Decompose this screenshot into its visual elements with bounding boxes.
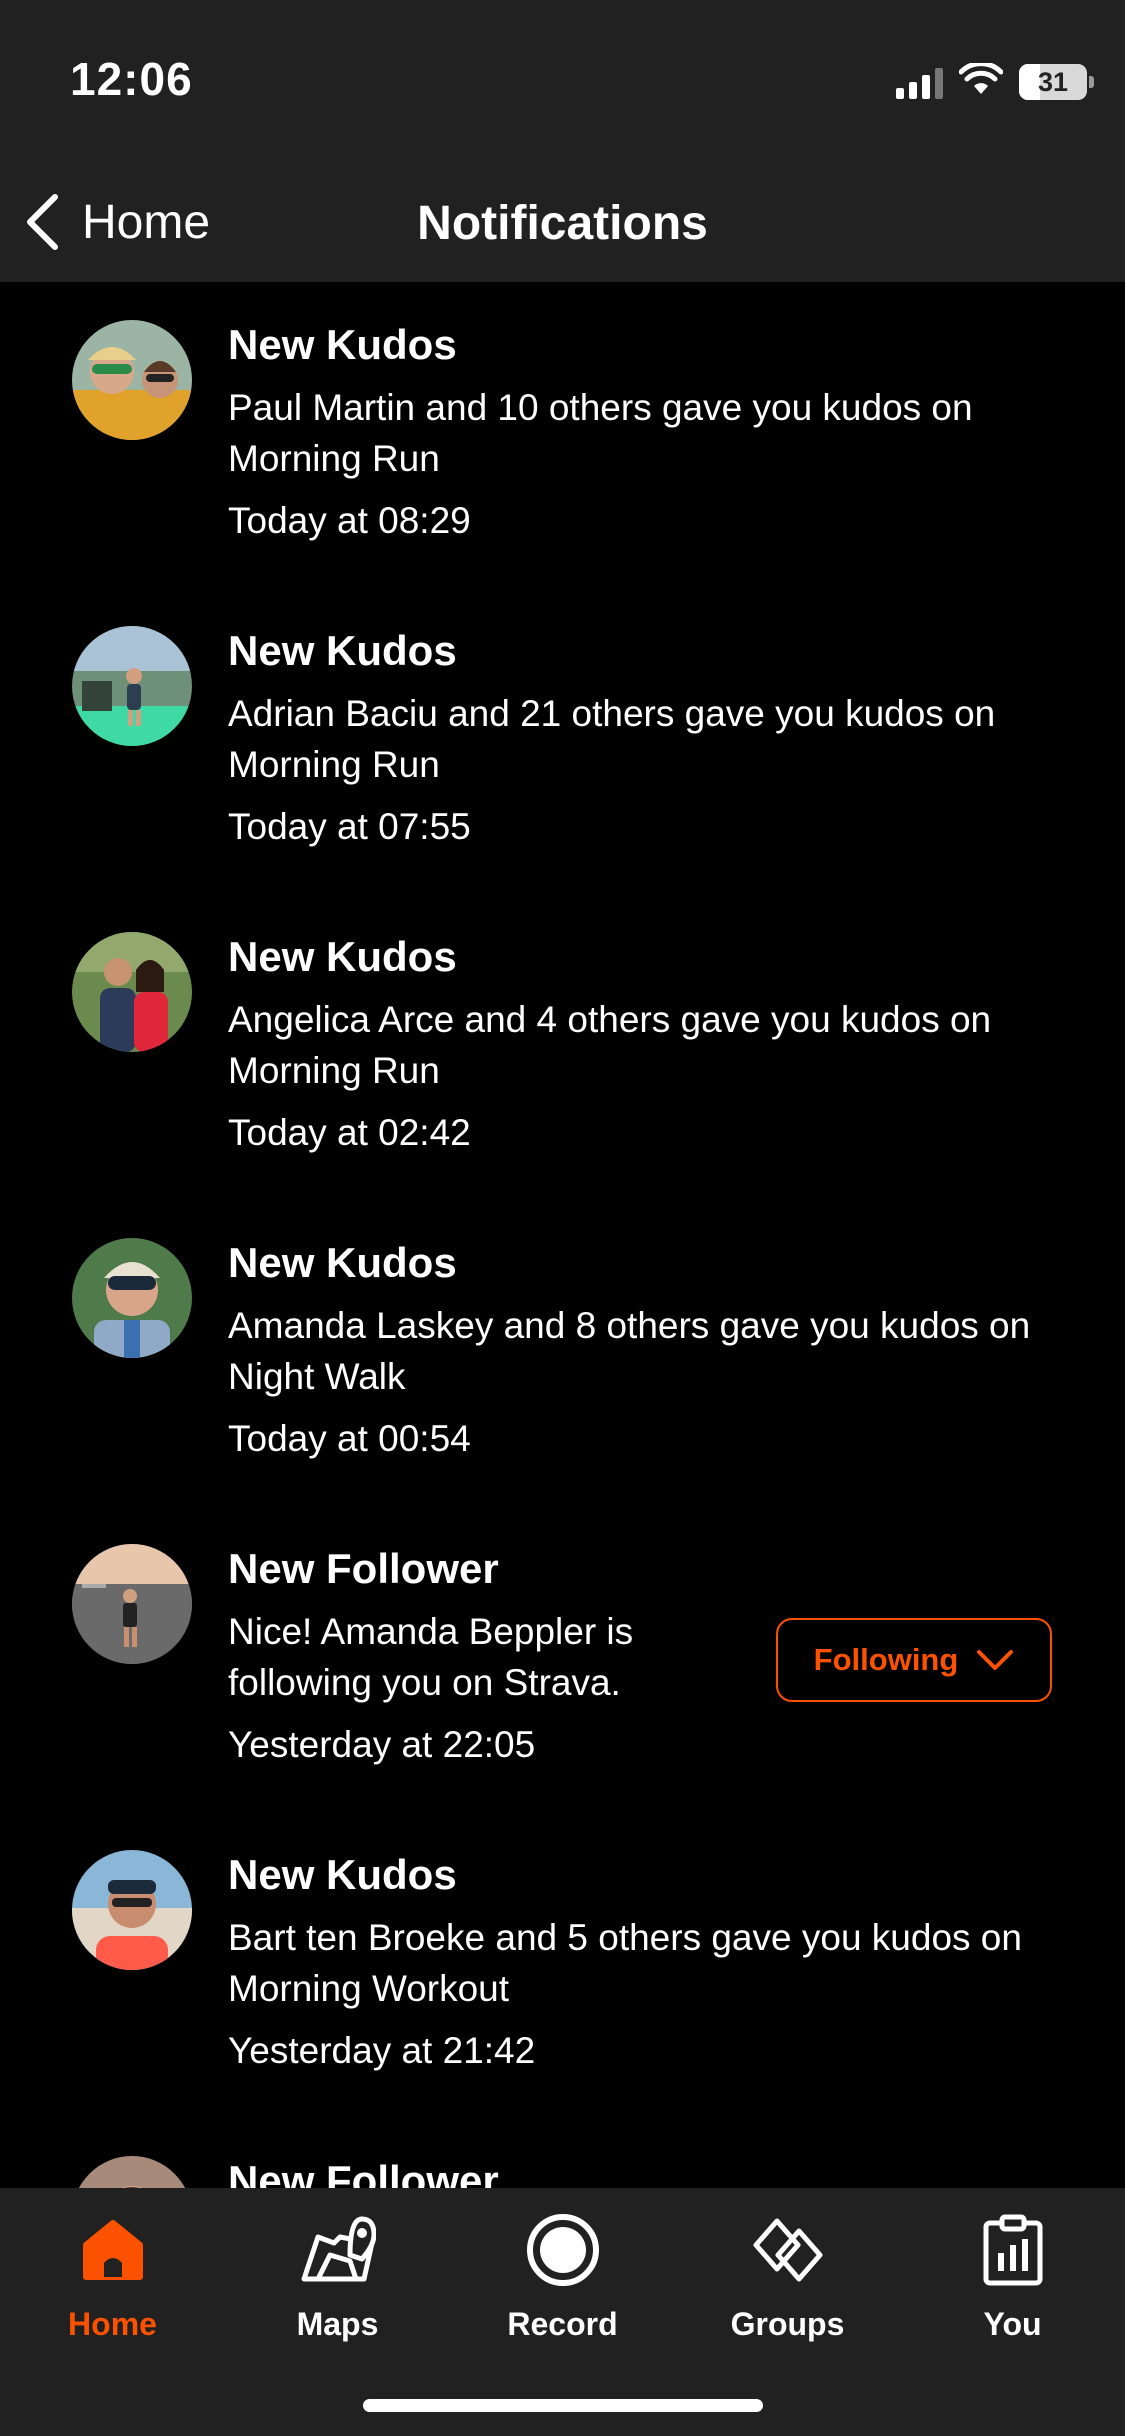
notification-body: Adrian Baciu and 21 others gave you kudo… [228,693,996,785]
battery-level: 31 [1037,67,1069,97]
notification-title: New Follower [228,1545,499,1592]
tab-label: Record [507,2306,618,2342]
notification-title: New Follower [228,2157,499,2188]
avatar[interactable] [72,320,192,440]
notification-time: Yesterday at 21:42 [228,2030,536,2071]
following-label: Following [813,1642,959,1677]
tab-label: Groups [730,2306,845,2342]
status-icons: 31 [896,58,1094,106]
notification-body: Nice! Amanda Beppler is following you on… [228,1611,634,1703]
status-time: 12:06 [70,53,193,105]
tab-maps[interactable]: Maps [225,2206,450,2356]
notification-title: New Kudos [228,1851,457,1898]
notification-title: New Kudos [228,627,457,674]
navigation-bar: Home Notifications [0,160,1125,282]
avatar[interactable] [72,932,192,1052]
notification-title: New Kudos [228,1239,457,1286]
notification-body: Angelica Arce and 4 others gave you kudo… [228,999,992,1091]
notification-time: Yesterday at 22:05 [228,1724,536,1765]
notification-time: Today at 08:29 [228,500,471,541]
notification-time: Today at 07:55 [228,806,471,847]
tab-groups[interactable]: Groups [675,2206,900,2356]
notification-list: New Kudos Paul Martin and 10 others gave… [0,282,1125,2188]
home-icon [78,2206,148,2294]
chevron-down-icon [977,1650,1014,1670]
page-title: Notifications [417,197,708,250]
tab-home[interactable]: Home [0,2206,225,2356]
avatar[interactable] [72,2156,192,2188]
tab-label: Home [68,2306,157,2342]
you-icon [982,2206,1044,2294]
notification-time: Today at 00:54 [228,1418,471,1459]
notification-title: New Kudos [228,321,457,368]
notification-time: Today at 02:42 [228,1112,471,1153]
cellular-signal-icon [896,65,943,99]
groups-icon [750,2206,826,2294]
avatar[interactable] [72,1238,192,1358]
record-icon [525,2206,601,2294]
tab-record[interactable]: Record [450,2206,675,2356]
tab-label: You [983,2306,1042,2342]
tab-label: Maps [296,2306,379,2342]
avatar[interactable] [72,626,192,746]
following-button[interactable]: Following [776,1618,1052,1702]
notification-body: Paul Martin and 10 others gave you kudos… [228,387,973,479]
status-bar: 12:06 31 [0,0,1125,160]
avatar[interactable] [72,1544,192,1664]
wifi-icon [958,60,1004,102]
home-indicator [363,2399,763,2412]
battery-icon: 31 [1019,64,1094,100]
notification-body: Bart ten Broeke and 5 others gave you ku… [228,1917,1022,2009]
avatar[interactable] [72,1850,192,1970]
notification-body: Amanda Laskey and 8 others gave you kudo… [228,1305,1031,1397]
notification-title: New Kudos [228,933,457,980]
maps-icon [300,2206,376,2294]
tab-you[interactable]: You [900,2206,1125,2356]
